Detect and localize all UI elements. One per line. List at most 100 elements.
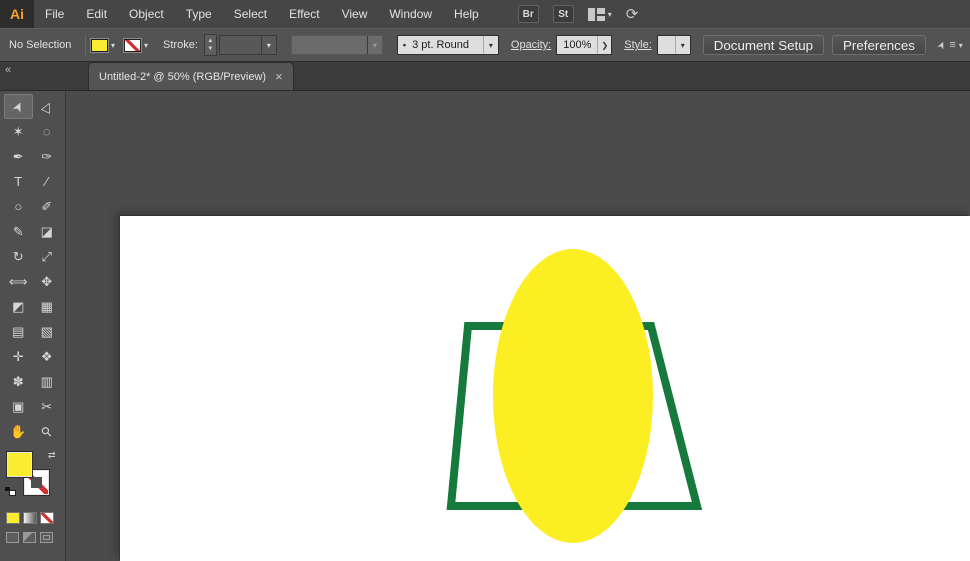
opacity-select[interactable]: 100% ❯ — [556, 35, 613, 55]
preferences-button[interactable]: Preferences — [832, 35, 926, 55]
select-similar-options-button[interactable]: ➤ ≡ ▾ — [935, 38, 962, 52]
style-select[interactable]: ▾ — [656, 35, 691, 55]
zoom-tool[interactable]: ⚲ — [33, 419, 62, 444]
paintbrush-tool-icon: ✐ — [41, 198, 53, 214]
none-button[interactable] — [40, 512, 54, 524]
width-tool[interactable]: ⟺ — [4, 269, 33, 294]
document-setup-button[interactable]: Document Setup — [702, 35, 825, 55]
column-graph-tool[interactable]: ▥ — [33, 369, 62, 394]
menu-object[interactable]: Object — [118, 0, 175, 28]
sync-settings-icon[interactable]: ⟳ — [626, 5, 639, 23]
main-area: ➤ ▷ ✶ ◌ ✒ ✑ T ∕ ○ ✐ ✎ ◪ ↻ ⤢ ⟺ ✥ ◩ ▦ ▤ ▧ — [0, 91, 970, 561]
stock-button[interactable]: St — [552, 5, 574, 23]
free-transform-tool[interactable]: ✥ — [33, 269, 62, 294]
stepper-down-icon[interactable]: ▼ — [207, 45, 213, 53]
width-tool-icon: ⟺ — [8, 273, 28, 289]
ellipse-tool[interactable]: ○ — [4, 194, 33, 219]
brush-dropdown-icon[interactable]: ▾ — [482, 36, 498, 54]
selection-tool[interactable]: ➤ — [4, 94, 33, 119]
paintbrush-tool[interactable]: ✐ — [33, 194, 62, 219]
selection-tool-icon: ➤ — [8, 98, 27, 115]
menu-type[interactable]: Type — [175, 0, 223, 28]
menu-edit[interactable]: Edit — [75, 0, 118, 28]
stroke-weight-select[interactable]: ▾ — [218, 35, 277, 55]
stroke-weight-dropdown-icon[interactable]: ▾ — [260, 36, 276, 54]
tab-close-icon[interactable]: × — [275, 69, 283, 84]
artboard[interactable] — [120, 216, 970, 561]
artboard-tool[interactable]: ▣ — [4, 394, 33, 419]
stepper-up-icon[interactable]: ▲ — [207, 37, 213, 45]
tools-panel: ➤ ▷ ✶ ◌ ✒ ✑ T ∕ ○ ✐ ✎ ◪ ↻ ⤢ ⟺ ✥ ◩ ▦ ▤ ▧ — [0, 91, 66, 561]
slice-tool[interactable]: ✂ — [33, 394, 62, 419]
mesh-tool-icon: ▤ — [12, 323, 25, 339]
line-segment-tool-icon: ∕ — [45, 174, 48, 189]
curvature-tool[interactable]: ✑ — [33, 144, 62, 169]
symbol-sprayer-tool-icon: ✽ — [12, 373, 24, 389]
slice-tool-icon: ✂ — [41, 398, 53, 414]
rotate-tool-icon: ↻ — [12, 248, 24, 264]
pencil-tool[interactable]: ✎ — [4, 219, 33, 244]
app-bar-tools: Br St ▾ ⟳ — [517, 5, 639, 23]
stroke-color-swatch[interactable] — [123, 37, 143, 53]
menu-bar: Ai File Edit Object Type Select Effect V… — [0, 0, 970, 28]
lasso-tool[interactable]: ◌ — [33, 119, 62, 144]
swap-fill-stroke-icon[interactable]: ⇄ — [48, 450, 56, 461]
lasso-tool-icon: ◌ — [42, 124, 51, 139]
shape-builder-tool-icon: ◩ — [12, 298, 25, 314]
document-tab[interactable]: Untitled-2* @ 50% (RGB/Preview) × — [88, 62, 294, 90]
style-dropdown-icon[interactable]: ▾ — [674, 36, 690, 54]
color-button[interactable] — [6, 512, 20, 524]
opacity-label[interactable]: Opacity: — [511, 39, 551, 51]
blend-tool[interactable]: ❖ — [33, 344, 62, 369]
draw-inside-button[interactable] — [40, 532, 53, 543]
ellipse-tool-icon: ○ — [14, 199, 23, 214]
line-segment-tool[interactable]: ∕ — [33, 169, 62, 194]
eyedropper-tool[interactable]: ✛ — [4, 344, 33, 369]
stroke-weight-stepper[interactable]: ▲ ▼ — [203, 34, 217, 56]
draw-behind-button[interactable] — [23, 532, 36, 543]
scale-tool[interactable]: ⤢ — [33, 244, 62, 269]
gradient-tool[interactable]: ▧ — [33, 319, 62, 344]
fill-dropdown-icon[interactable]: ▾ — [108, 41, 118, 50]
menu-window[interactable]: Window — [378, 0, 443, 28]
mesh-tool[interactable]: ▤ — [4, 319, 33, 344]
perspective-grid-tool-icon: ▦ — [40, 298, 53, 314]
pointer-icon: ➤ — [935, 38, 949, 52]
stroke-label[interactable]: Stroke: — [163, 39, 198, 51]
arrange-documents-button[interactable]: ▾ — [587, 7, 612, 21]
brush-definition-select[interactable]: ▪ 3 pt. Round ▾ — [396, 35, 499, 55]
menu-view[interactable]: View — [331, 0, 379, 28]
ellipse-shape[interactable] — [493, 249, 653, 543]
perspective-grid-tool[interactable]: ▦ — [33, 294, 62, 319]
document-tab-bar: « Untitled-2* @ 50% (RGB/Preview) × — [0, 62, 970, 91]
menu-select[interactable]: Select — [223, 0, 278, 28]
collapse-panel-button[interactable]: « — [0, 62, 66, 76]
fill-swatch[interactable] — [6, 451, 33, 478]
style-label[interactable]: Style: — [624, 39, 652, 51]
document-tab-title: Untitled-2* @ 50% (RGB/Preview) — [99, 70, 267, 83]
menu-help[interactable]: Help — [443, 0, 490, 28]
opacity-dropdown-icon[interactable]: ❯ — [597, 36, 611, 54]
symbol-sprayer-tool[interactable]: ✽ — [4, 369, 33, 394]
menu-file[interactable]: File — [34, 0, 75, 28]
eraser-tool[interactable]: ◪ — [33, 219, 62, 244]
arrange-documents-icon — [587, 7, 605, 21]
default-fill-stroke-icon[interactable] — [4, 486, 16, 496]
fill-color-swatch[interactable] — [90, 37, 109, 53]
menu-effect[interactable]: Effect — [278, 0, 330, 28]
rotate-tool[interactable]: ↻ — [4, 244, 33, 269]
type-tool[interactable]: T — [4, 169, 33, 194]
bridge-button[interactable]: Br — [517, 5, 539, 23]
hand-tool[interactable]: ✋ — [4, 419, 33, 444]
direct-selection-tool[interactable]: ▷ — [33, 94, 62, 119]
magic-wand-tool[interactable]: ✶ — [4, 119, 33, 144]
stroke-dropdown-icon[interactable]: ▾ — [141, 41, 151, 50]
canvas[interactable] — [66, 91, 970, 561]
pen-tool[interactable]: ✒ — [4, 144, 33, 169]
direct-selection-tool-icon: ▷ — [37, 98, 56, 114]
draw-normal-button[interactable] — [6, 532, 19, 543]
shape-builder-tool[interactable]: ◩ — [4, 294, 33, 319]
stroke-swatch-hole — [31, 477, 42, 488]
gradient-button[interactable] — [23, 512, 37, 524]
hand-tool-icon: ✋ — [10, 423, 27, 439]
